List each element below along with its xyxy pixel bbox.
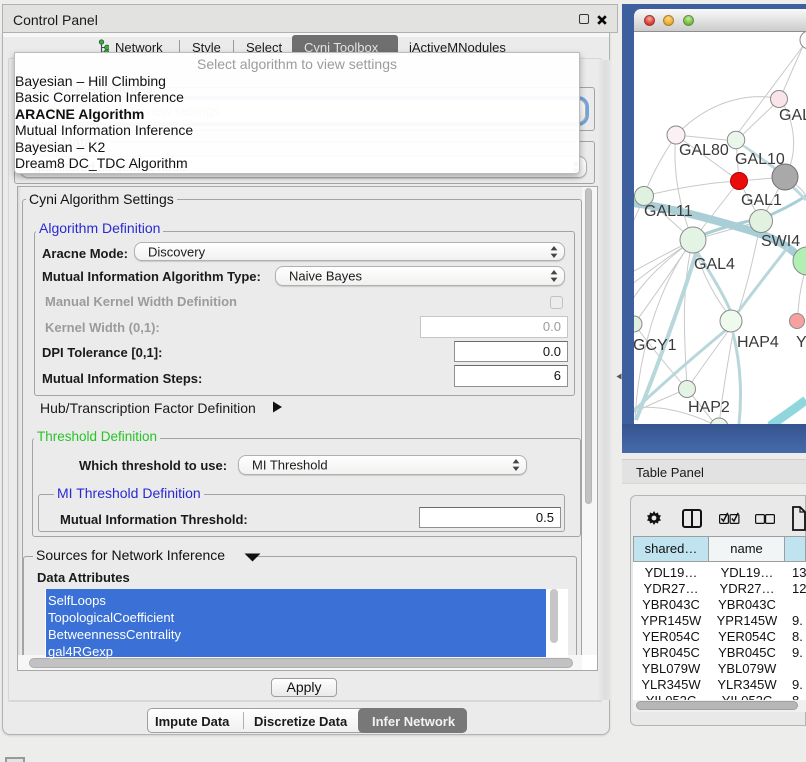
svg-text:GAL80: GAL80 xyxy=(679,142,729,159)
svg-text:SWI4: SWI4 xyxy=(761,233,800,250)
svg-text:HAP2: HAP2 xyxy=(688,399,730,416)
svg-text:Y: Y xyxy=(796,334,806,351)
svg-text:GAL11: GAL11 xyxy=(644,203,693,220)
svg-text:GCY1: GCY1 xyxy=(634,337,677,354)
svg-text:GAL1: GAL1 xyxy=(741,192,782,209)
svg-text:HAP4: HAP4 xyxy=(737,334,779,351)
svg-text:GAL7: GAL7 xyxy=(779,107,806,124)
svg-text:GAL10: GAL10 xyxy=(735,151,785,168)
svg-text:GAL4: GAL4 xyxy=(694,256,735,273)
